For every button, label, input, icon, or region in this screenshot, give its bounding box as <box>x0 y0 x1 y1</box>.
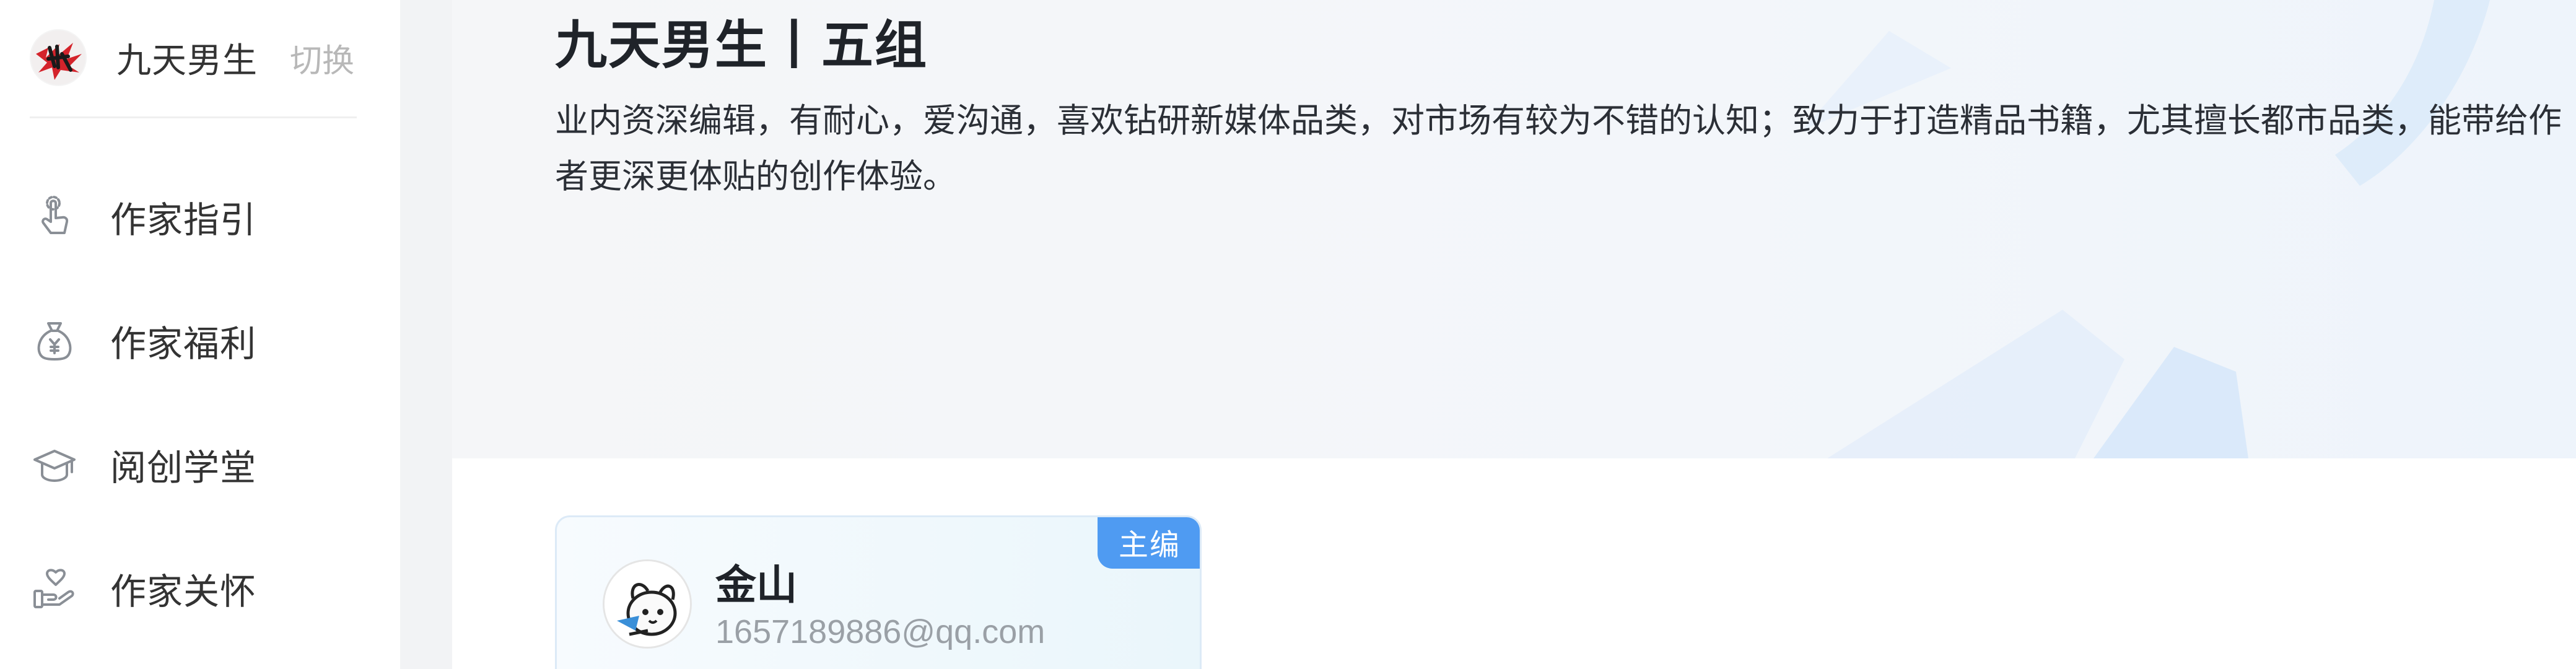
sidebar-item-label: 阅创学堂 <box>110 448 257 488</box>
app-root: 九天男生 切换 作家指引 作家福利 阅创学堂 作家关怀 九天男生丨五组 业内资深… <box>0 0 2576 669</box>
sidebar-gutter <box>400 0 452 669</box>
group-description: 业内资深编辑，有耐心，爱沟通，喜欢钻研新媒体品类，对市场有较为不错的认知；致力于… <box>555 102 2562 195</box>
role-badge: 主编 <box>1098 517 1200 569</box>
editor-name: 金山 <box>715 562 797 608</box>
editor-email: 1657189886@qq.com <box>715 613 1046 650</box>
group-title: 九天男生丨五组 <box>555 16 928 74</box>
sidebar-item-writer-care[interactable]: 作家关怀 <box>0 527 400 650</box>
money-bag-icon <box>32 318 77 363</box>
brand-logo <box>30 29 87 86</box>
graduation-cap-icon <box>32 442 77 487</box>
sidebar-menu: 作家指引 作家福利 阅创学堂 作家关怀 <box>0 155 400 650</box>
editor-card[interactable]: 主编 金山 1657189886@qq.com <box>555 515 1202 669</box>
sidebar-item-label: 作家指引 <box>110 200 257 240</box>
main-content: 九天男生丨五组 业内资深编辑，有耐心，爱沟通，喜欢钻研新媒体品类，对市场有较为不… <box>452 0 2576 669</box>
group-banner: 九天男生丨五组 业内资深编辑，有耐心，爱沟通，喜欢钻研新媒体品类，对市场有较为不… <box>452 0 2576 458</box>
sidebar-item-writer-guide[interactable]: 作家指引 <box>0 155 400 279</box>
sidebar-divider <box>30 116 357 118</box>
touch-guide-icon <box>32 195 77 239</box>
sidebar-item-academy[interactable]: 阅创学堂 <box>0 403 400 527</box>
sidebar-item-label: 作家关怀 <box>110 572 257 612</box>
sidebar-item-writer-benefits[interactable]: 作家福利 <box>0 279 400 403</box>
hand-heart-icon <box>32 566 77 611</box>
switch-account-link[interactable]: 切换 <box>290 35 354 81</box>
account-name: 九天男生 <box>116 40 258 80</box>
avatar <box>603 559 692 649</box>
sidebar-item-label: 作家福利 <box>110 324 257 364</box>
account-header: 九天男生 切换 <box>30 29 358 86</box>
sidebar: 九天男生 切换 作家指引 作家福利 阅创学堂 作家关怀 <box>0 0 400 669</box>
